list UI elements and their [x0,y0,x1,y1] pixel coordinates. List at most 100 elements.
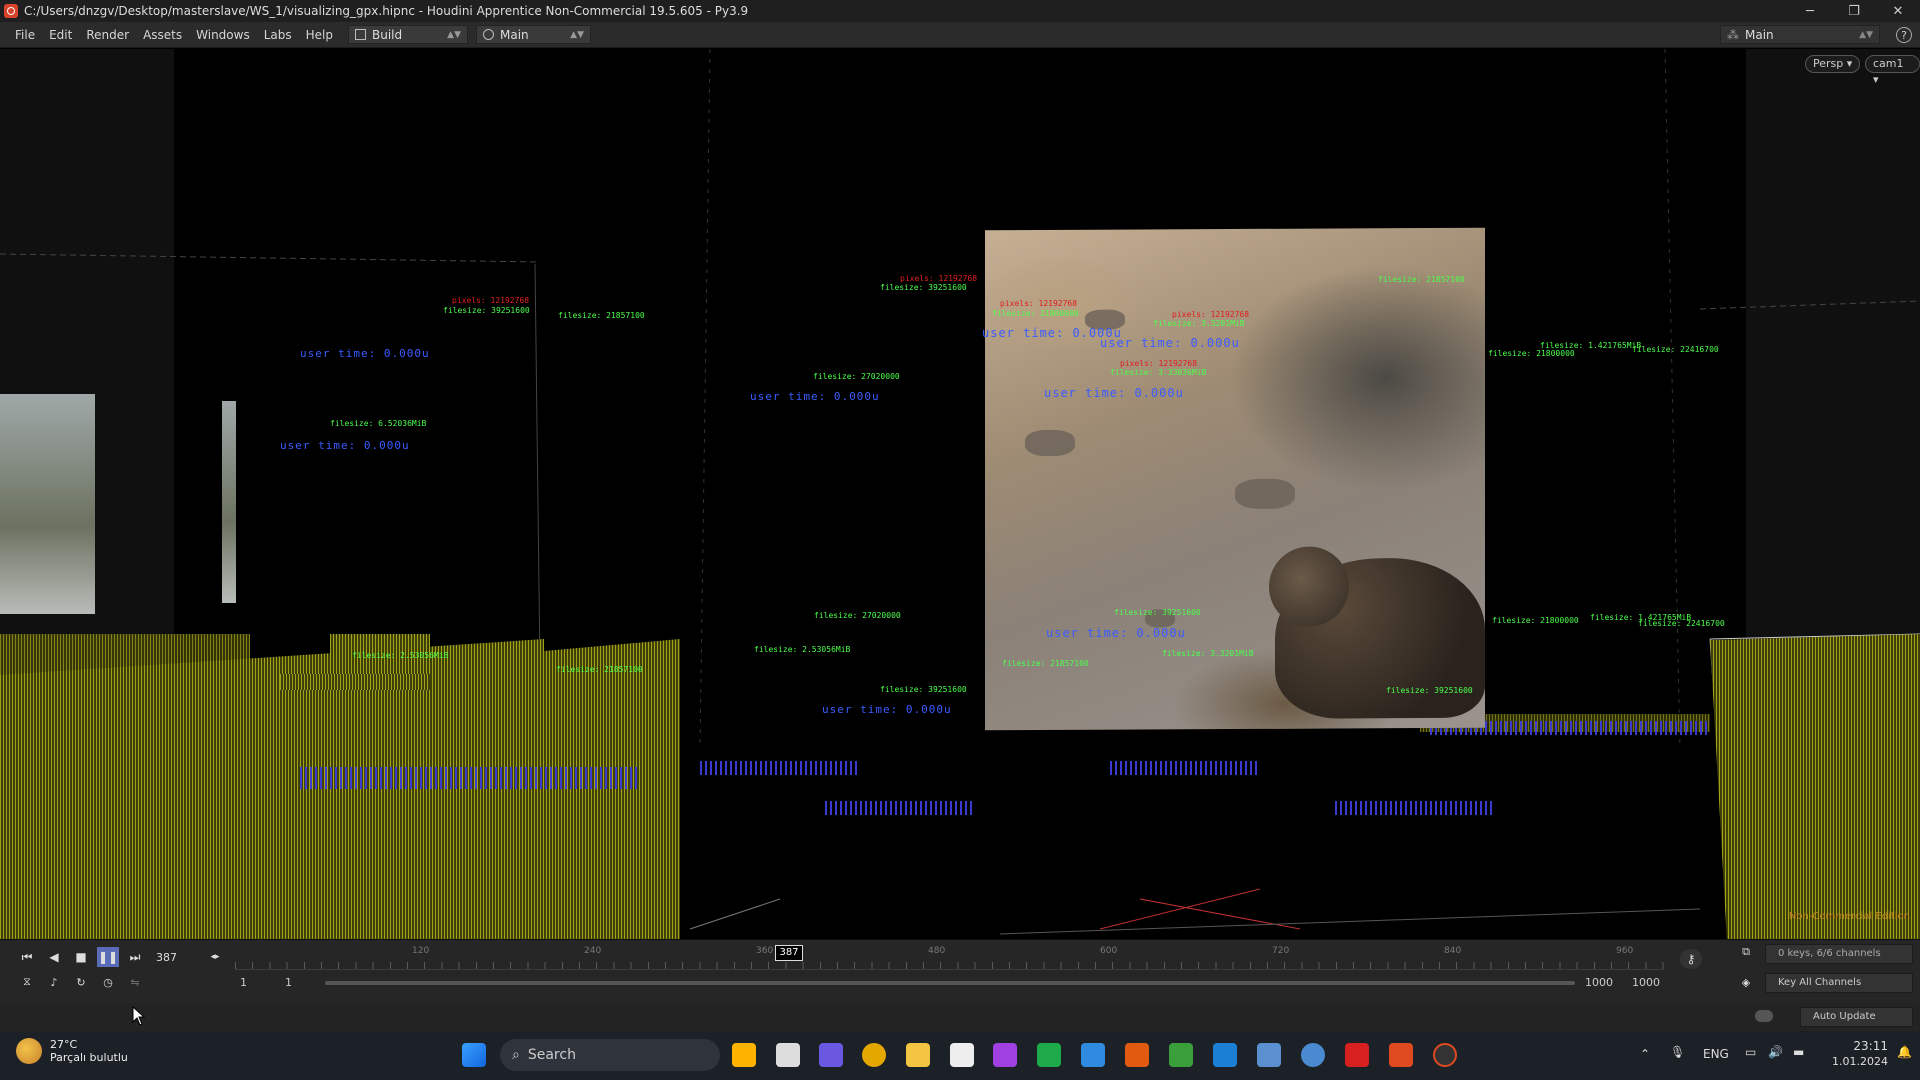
keys-status[interactable]: 0 keys, 6/6 channels [1765,944,1913,964]
menu-render[interactable]: Render [79,22,136,48]
weather-description: Parçalı bulutlu [50,1051,128,1064]
filesize-label: filesize: 22416700 [1632,345,1719,354]
audio-icon[interactable]: ♪ [43,972,65,992]
current-frame-field[interactable]: 387 [152,949,204,967]
weather-widget[interactable]: 27°C Parçalı bulutlu [16,1038,128,1064]
pause-button[interactable]: ❚❚ [97,947,119,967]
global-end-frame[interactable]: 1000 [1632,976,1660,989]
copilot-icon[interactable] [732,1043,756,1067]
help-icon[interactable]: ? [1896,27,1912,43]
realtime-icon[interactable]: ⧖ [16,972,38,992]
ruler-tick: 720 [1272,946,1290,956]
chrome-icon[interactable] [862,1043,886,1067]
timeline-ruler[interactable]: 120 240 360 480 600 720 840 960 387 [235,945,1665,970]
stop-button[interactable]: ■ [70,947,92,967]
filesize-label: filesize: 1.421765MiB [1540,341,1642,350]
ruler-tick: 240 [584,946,602,956]
instagram-icon[interactable] [993,1043,1017,1067]
desktop-main-label: Main [500,27,529,42]
ghost-icon[interactable]: ⇋ [124,972,146,992]
window-title: C:/Users/dnzgv/Desktop/masterslave/WS_1/… [24,4,749,18]
git-icon[interactable] [1169,1043,1193,1067]
windows-taskbar: 27°C Parçalı bulutlu ⌕ Search ⌃ 🎙 ENG ▭ … [0,1031,1920,1080]
stone [1025,429,1075,457]
user-time-label: user time: 0.000u [1044,386,1184,400]
playback-range-slider[interactable] [325,981,1575,985]
blue-marker-strip [1110,761,1260,775]
playback-start-frame[interactable]: 1 [285,976,292,989]
teams-icon[interactable] [819,1043,843,1067]
global-start-frame[interactable]: 1 [240,976,247,989]
settings-icon[interactable] [1301,1043,1325,1067]
pdf-icon[interactable] [1345,1043,1369,1067]
filesize-label: filesize: 21857100 [1002,659,1089,668]
ruler-tick: 480 [928,946,946,956]
chevron-up-icon[interactable]: ⌃ [1640,1047,1650,1061]
menu-edit[interactable]: Edit [42,22,79,48]
playbar: ⏮ ◀ ■ ❚❚ ⏭ 387 ◂▸ 120 240 360 480 600 72… [0,939,1920,1003]
houdini-icon[interactable] [1389,1043,1413,1067]
clock-icon[interactable]: ◷ [97,972,119,992]
key-icon[interactable]: ⚷ [1680,949,1702,969]
filesize-label: filesize: 2.53056MiB [754,645,851,654]
menu-help[interactable]: Help [299,22,340,48]
pixels-label: pixels: 12192768 [452,296,530,305]
close-button[interactable]: ✕ [1876,0,1920,22]
windows-start-icon[interactable] [462,1043,486,1067]
camera-menu-button[interactable]: cam1 ▾ [1865,55,1920,86]
filesize-label: filesize: 21857100 [558,311,645,320]
volume-icon[interactable]: 🔊 [1768,1045,1783,1059]
filesize-label: filesize: 21800000 [992,309,1079,318]
playback-end-frame[interactable]: 1000 [1585,976,1613,989]
restore-button[interactable]: ❐ [1832,0,1876,22]
microphone-icon[interactable]: 🎙 [1670,1045,1685,1059]
menu-bar: File Edit Render Assets Windows Labs Hel… [0,22,1920,48]
notepad-icon[interactable] [1081,1043,1105,1067]
filesize-label: filesize: 21857100 [556,665,643,674]
persp-menu-button[interactable]: Persp ▾ [1805,55,1861,73]
loop-icon[interactable]: ↻ [70,972,92,992]
filesize-label: filesize: 22416700 [1638,619,1725,628]
minimize-button[interactable]: ─ [1788,0,1832,22]
filesize-label: filesize: 27020000 [813,372,900,381]
houdini-launcher-icon[interactable] [1125,1043,1149,1067]
filesize-label: filesize: 2.53056MiB [352,651,449,660]
menu-file[interactable]: File [8,22,42,48]
clock-time[interactable]: 23:11 [1838,1039,1888,1053]
desktop-main-select[interactable]: Main ▲▼ [476,25,591,44]
vscode-icon[interactable] [1213,1043,1237,1067]
unity-icon[interactable] [950,1043,974,1067]
cloud-icon [1755,1010,1773,1022]
jump-end-button[interactable]: ⏭ [124,947,146,967]
filesize-label: filesize: 39251600 [1114,608,1201,617]
battery-icon[interactable]: ▬ [1793,1045,1804,1059]
houdini-fx-icon[interactable] [1433,1043,1457,1067]
task-view-icon[interactable] [776,1043,800,1067]
menu-labs[interactable]: Labs [257,22,299,48]
step-back-button[interactable]: ◀ [43,947,65,967]
step-keys-button[interactable]: ◂▸ [204,947,226,967]
clock-date[interactable]: 1.01.2024 [1822,1055,1888,1068]
weather-icon [16,1038,42,1064]
timeline-cursor[interactable]: 387 [775,945,803,961]
chevron-down-icon: ▲▼ [1859,29,1873,40]
channels-icon[interactable]: ⧉ [1735,942,1757,962]
jump-start-button[interactable]: ⏮ [16,947,38,967]
image-viewer-icon[interactable] [1257,1043,1281,1067]
file-explorer-icon[interactable] [906,1043,930,1067]
language-indicator[interactable]: ENG [1703,1047,1729,1061]
search-box[interactable]: ⌕ Search [500,1039,720,1071]
auto-update-select[interactable]: Auto Update [1800,1007,1913,1027]
menu-windows[interactable]: Windows [189,22,257,48]
xbox-icon[interactable] [1037,1043,1061,1067]
menu-assets[interactable]: Assets [136,22,189,48]
desktop-build-select[interactable]: Build ▲▼ [348,25,468,44]
keyframe-icon[interactable]: ◈ [1735,972,1757,992]
stone [1235,478,1295,509]
scene-viewport[interactable]: pixels: 12192768 filesize: 39251600 pixe… [0,49,1920,939]
notification-bell-icon[interactable]: 🔔 [1897,1045,1912,1059]
right-desktop-select[interactable]: ⁂ Main ▲▼ [1720,25,1880,44]
network-icon[interactable]: ▭ [1745,1045,1756,1059]
terrain-grid-left-upper [0,634,250,694]
key-all-channels-button[interactable]: Key All Channels [1765,973,1913,993]
